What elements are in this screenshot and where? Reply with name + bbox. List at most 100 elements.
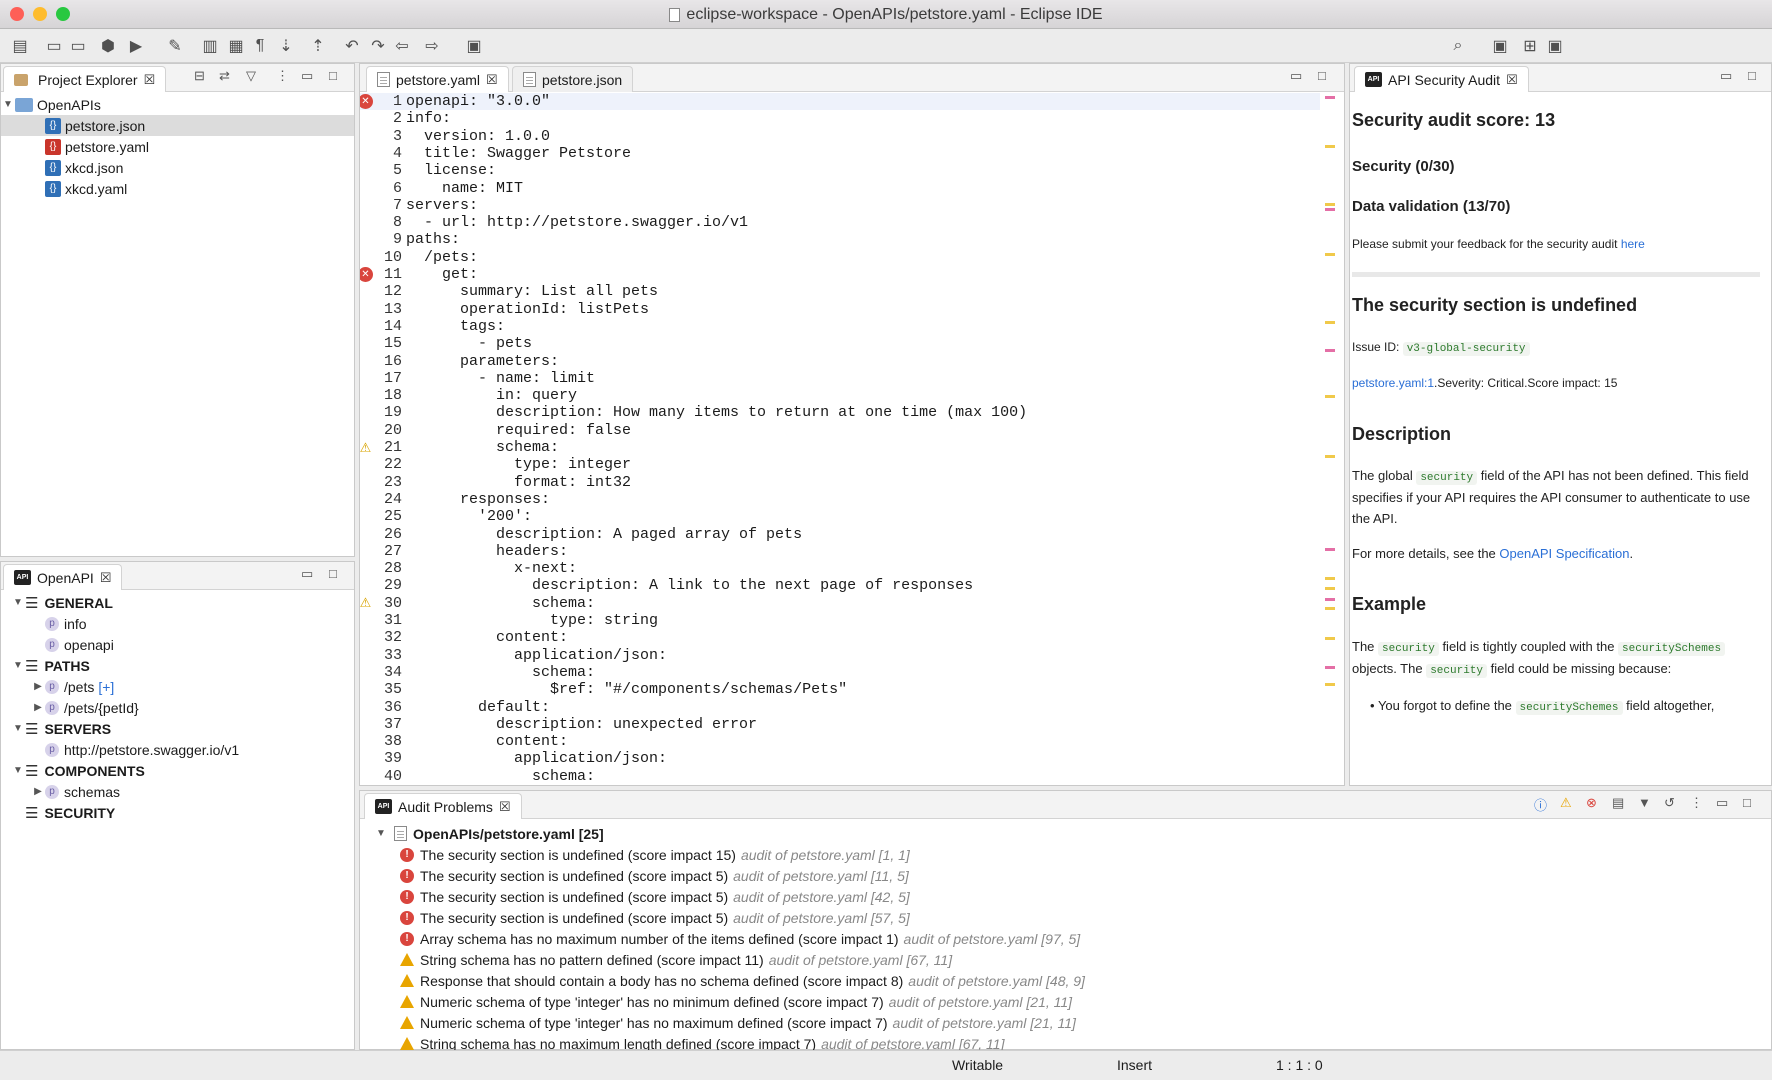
outline-section[interactable]: ▼ ☰ GENERAL [1, 592, 354, 613]
tools-icon[interactable]: ✎ [163, 34, 187, 58]
minimize-icon[interactable]: ▭ [1720, 68, 1732, 84]
outline-item[interactable]: ▶ p schemas [1, 781, 354, 802]
run-icon[interactable]: ▶ [124, 34, 148, 58]
close-window-button[interactable] [10, 7, 24, 21]
close-icon[interactable]: ☒ [1506, 72, 1518, 88]
openapi-perspective-icon[interactable]: ⊞ [1518, 34, 1542, 58]
chevron-down-icon[interactable]: ▼ [1, 99, 15, 110]
overview-ruler-mark[interactable] [1325, 577, 1335, 580]
tab-openapi[interactable]: API OpenAPI ☒ [3, 564, 123, 590]
tree-root-openapis[interactable]: ▼ OpenAPIs [1, 94, 354, 115]
maximize-icon[interactable]: □ [1743, 795, 1751, 810]
filter-icon[interactable]: ▽ [246, 68, 256, 84]
outline-item[interactable]: p http://petstore.swagger.io/v1 [1, 739, 354, 760]
code-line[interactable]: 25 '200': [360, 508, 1320, 525]
back-icon[interactable]: ⇦ [390, 34, 414, 58]
tab-project-explorer[interactable]: Project Explorer ☒ [3, 66, 167, 92]
new-icon[interactable]: ▤ [8, 34, 32, 58]
openapi-icon[interactable]: ⬢ [96, 34, 120, 58]
code-line[interactable]: 14 tags: [360, 318, 1320, 335]
tree-file-item[interactable]: {} xkcd.json [1, 157, 354, 178]
forward-edit-icon[interactable]: ↷ [366, 34, 390, 58]
chevron-down-icon[interactable]: ▼ [11, 723, 25, 734]
minimize-icon[interactable]: ▭ [301, 68, 313, 84]
code-line[interactable]: 40 schema: [360, 768, 1320, 784]
openapi-spec-link[interactable]: OpenAPI Specification [1499, 546, 1629, 561]
maximize-window-button[interactable] [56, 7, 70, 21]
chevron-down-icon[interactable]: ▼ [11, 660, 25, 671]
outline-section[interactable]: ▼ ☰ SERVERS [1, 718, 354, 739]
minimize-window-button[interactable] [33, 7, 47, 21]
code-line[interactable]: 23 format: int32 [360, 474, 1320, 491]
code-line[interactable]: 6 name: MIT [360, 180, 1320, 197]
back-edit-icon[interactable]: ↶ [340, 34, 364, 58]
chevron-right-icon[interactable]: ▶ [31, 786, 45, 797]
overview-ruler-mark[interactable] [1325, 666, 1335, 669]
maximize-icon[interactable]: □ [329, 68, 337, 83]
code-line[interactable]: 26 description: A paged array of pets [360, 526, 1320, 543]
code-line[interactable]: 13 operationId: listPets [360, 301, 1320, 318]
code-line[interactable]: 8 - url: http://petstore.swagger.io/v1 [360, 214, 1320, 231]
code-line[interactable]: 11 get: [360, 266, 1320, 283]
error-filter-icon[interactable]: ⊗ [1586, 795, 1597, 811]
problem-item[interactable]: ! The security section is undefined (scor… [400, 886, 910, 907]
chevron-down-icon[interactable]: ▼ [374, 828, 388, 839]
minimize-icon[interactable]: ▭ [301, 566, 313, 582]
outline-section[interactable]: ▼ ☰ COMPONENTS [1, 760, 354, 781]
maximize-icon[interactable]: □ [329, 566, 337, 581]
warning-marker-icon[interactable]: ⚠ [360, 595, 373, 611]
feedback-link[interactable]: here [1621, 237, 1645, 251]
problem-item[interactable]: ! The security section is undefined (scor… [400, 844, 910, 865]
code-line[interactable]: 36 default: [360, 699, 1320, 716]
open-type-icon[interactable]: ▥ [198, 34, 222, 58]
save-icon[interactable]: ▭ [42, 34, 66, 58]
code-line[interactable]: 32 content: [360, 629, 1320, 646]
code-line[interactable]: 3 version: 1.0.0 [360, 128, 1320, 145]
pin-icon[interactable]: ▣ [462, 34, 486, 58]
code-line[interactable]: 19 description: How many items to return… [360, 404, 1320, 421]
tab-petstore-yaml[interactable]: petstore.yaml ☒ [366, 66, 509, 92]
overview-ruler-mark[interactable] [1325, 598, 1335, 601]
problem-item[interactable]: Numeric schema of type 'integer' has no … [400, 991, 1072, 1012]
code-line[interactable]: 22 type: integer [360, 456, 1320, 473]
code-line[interactable]: 38 content: [360, 733, 1320, 750]
code-line[interactable]: 15 - pets [360, 335, 1320, 352]
problem-item[interactable]: ! The security section is undefined (scor… [400, 865, 909, 886]
report-icon[interactable]: ▤ [1612, 795, 1624, 811]
outline-item[interactable]: p openapi [1, 634, 354, 655]
tree-file-item[interactable]: {} petstore.json [1, 115, 354, 136]
forward-icon[interactable]: ⇨ [420, 34, 444, 58]
warning-filter-icon[interactable]: ⚠ [1560, 795, 1572, 811]
code-line[interactable]: 1 openapi: "3.0.0" [360, 93, 1320, 111]
close-icon[interactable]: ☒ [486, 72, 498, 88]
show-whitespace-icon[interactable]: ¶ [248, 34, 272, 58]
minimize-icon[interactable]: ▭ [1716, 795, 1728, 811]
code-line[interactable]: 10 /pets: [360, 249, 1320, 266]
overview-ruler-mark[interactable] [1325, 253, 1335, 256]
code-line[interactable]: 16 parameters: [360, 353, 1320, 370]
outline-item[interactable]: ▶ p/pets [+] [1, 676, 354, 697]
open-task-icon[interactable]: ▦ [224, 34, 248, 58]
tab-audit-problems[interactable]: API Audit Problems ☒ [364, 793, 522, 819]
code-line[interactable]: 30 schema: [360, 595, 1320, 612]
minimize-icon[interactable]: ▭ [1290, 68, 1302, 84]
overview-ruler-mark[interactable] [1325, 637, 1335, 640]
code-line[interactable]: 5 license: [360, 162, 1320, 179]
save-all-icon[interactable]: ▭ [66, 34, 90, 58]
overview-ruler-mark[interactable] [1325, 208, 1335, 211]
location-link[interactable]: petstore.yaml:1 [1352, 376, 1434, 390]
overview-ruler-mark[interactable] [1325, 321, 1335, 324]
filter-icon[interactable]: ▼ [1638, 795, 1651, 810]
overview-ruler-mark[interactable] [1325, 587, 1335, 590]
search-icon[interactable]: ⌕ [1446, 34, 1470, 58]
code-line[interactable]: 27 headers: [360, 543, 1320, 560]
collapse-all-icon[interactable]: ⊟ [194, 68, 205, 84]
close-icon[interactable]: ☒ [100, 570, 112, 586]
chevron-right-icon[interactable]: ▶ [31, 702, 45, 713]
code-line[interactable]: 28 x-next: [360, 560, 1320, 577]
info-filter-icon[interactable]: ⓘ [1534, 795, 1547, 814]
tab-api-security-audit[interactable]: API API Security Audit ☒ [1354, 66, 1529, 92]
problem-item[interactable]: ! The security section is undefined (scor… [400, 907, 910, 928]
problem-item[interactable]: String schema has no pattern defined (sc… [400, 949, 952, 970]
problem-item[interactable]: Response that should contain a body has … [400, 970, 1085, 991]
